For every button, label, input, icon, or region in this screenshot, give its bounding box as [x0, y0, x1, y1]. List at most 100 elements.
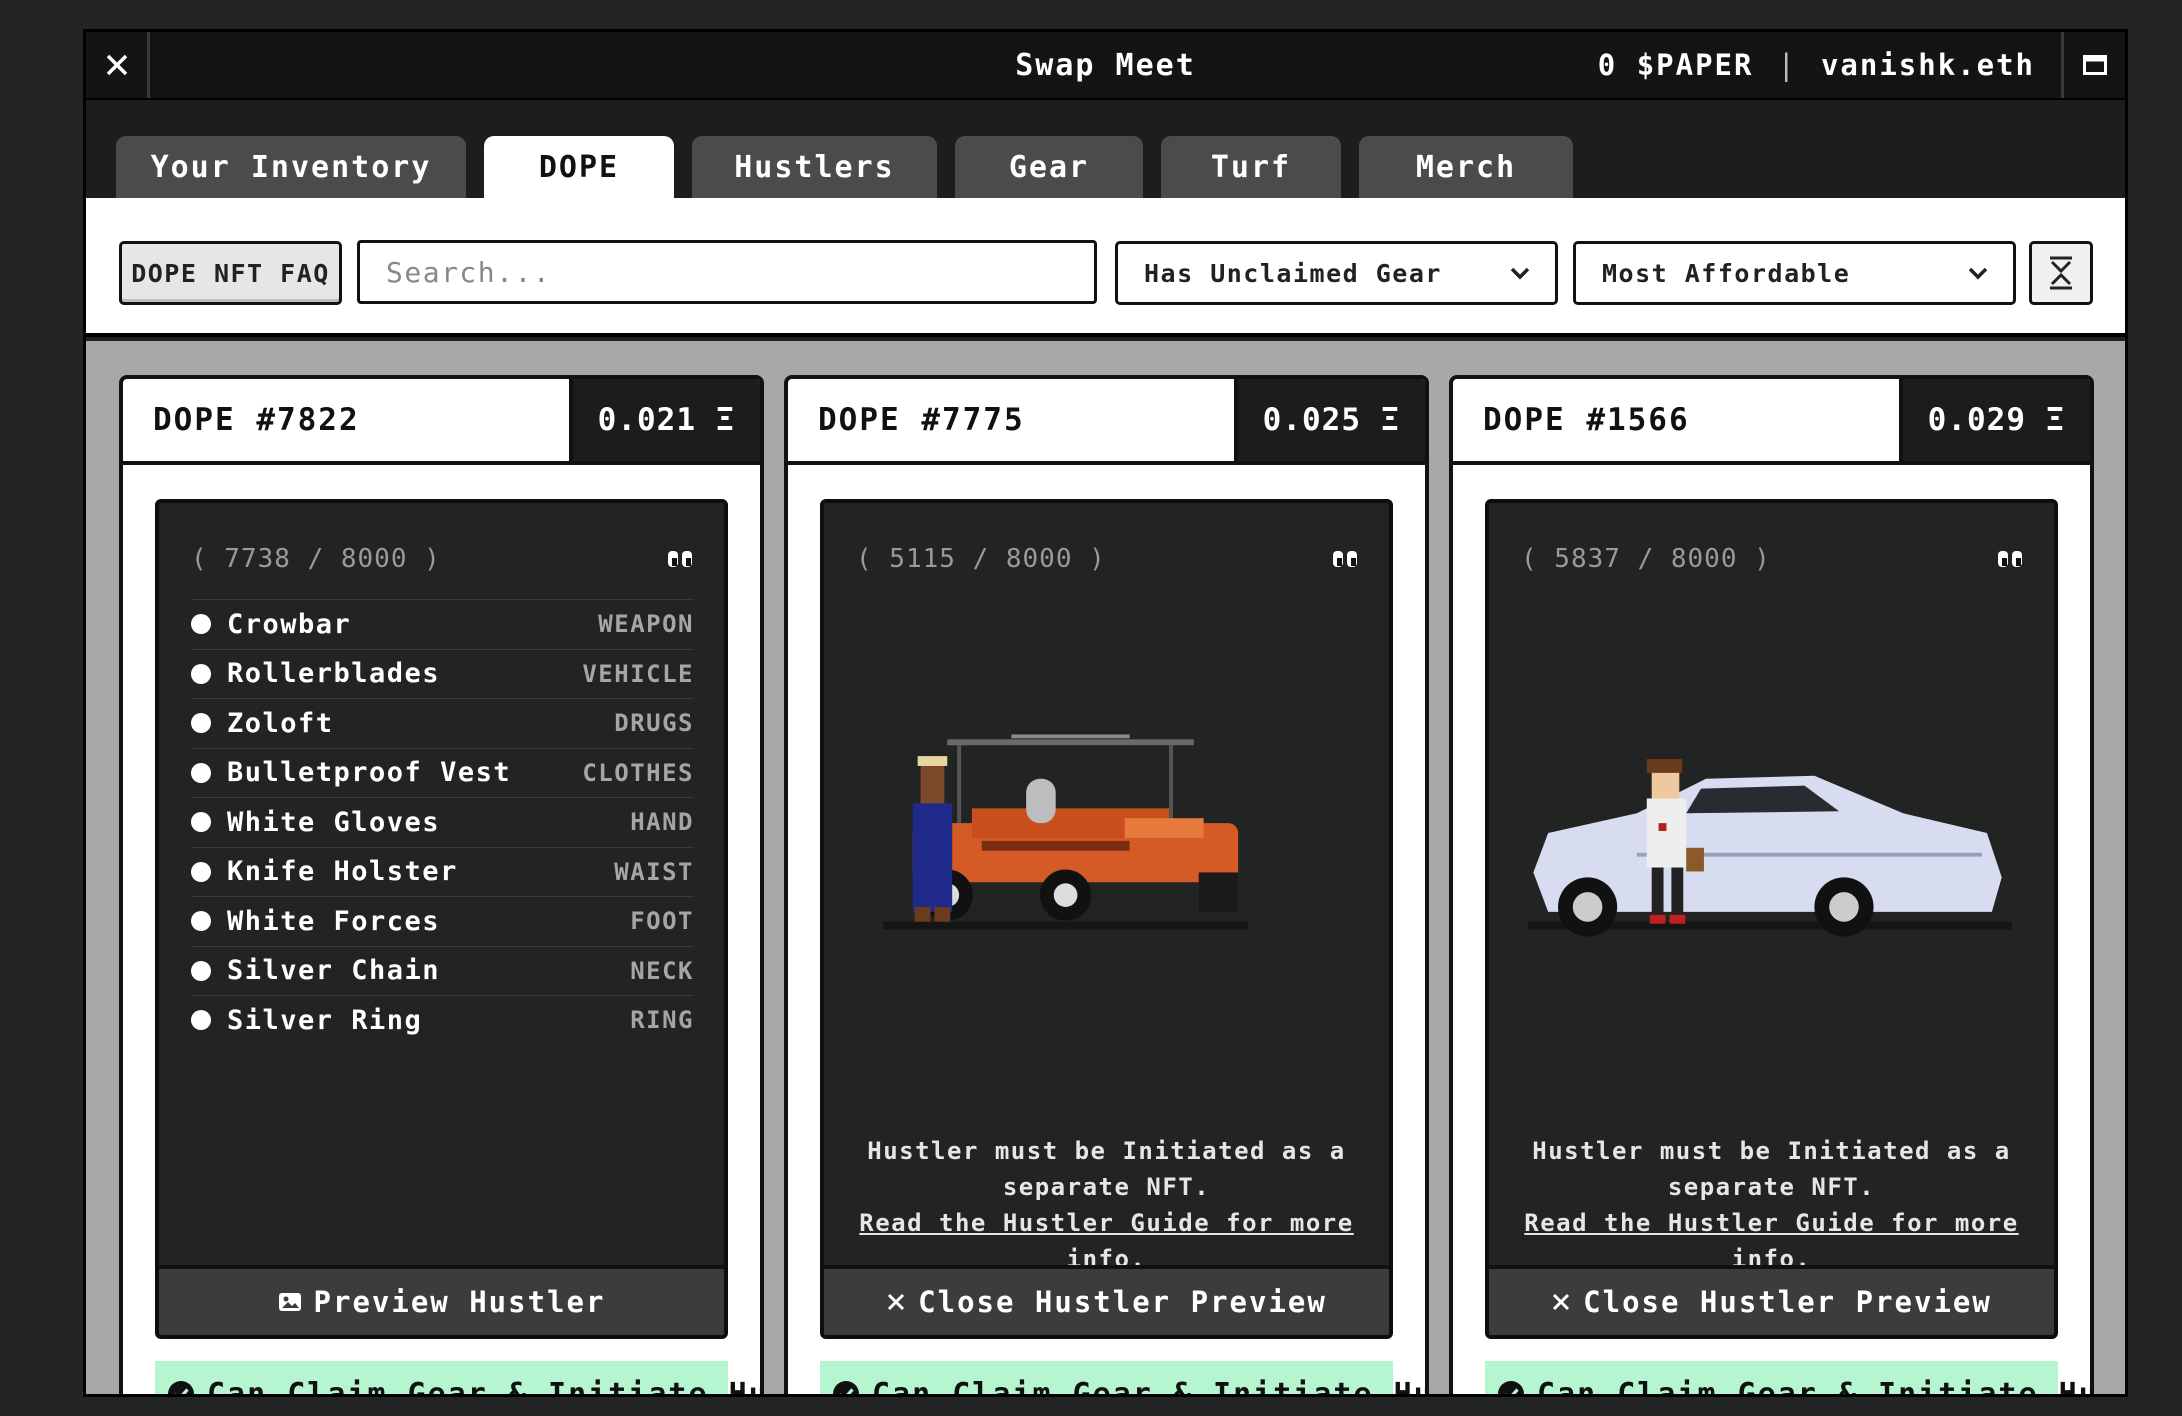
eyes-icon[interactable]: [1996, 549, 2024, 569]
list-item[interactable]: Rollerblades VEHICLE: [191, 648, 694, 699]
claim-status-badge: Can Claim Gear & Initiate Hustler: [820, 1361, 1425, 1394]
check-circle-icon: [168, 1381, 194, 1394]
close-preview-label: Close Hustler Preview: [1583, 1285, 1992, 1319]
item-type: WAIST: [614, 857, 694, 886]
list-item[interactable]: White Forces FOOT: [191, 896, 694, 946]
sort-select[interactable]: Most Affordable: [1573, 241, 2016, 305]
tab-gear[interactable]: Gear: [955, 136, 1143, 198]
item-type: FOOT: [630, 907, 694, 936]
item-name: Silver Chain: [227, 955, 441, 987]
item-panel: ( 7738 / 8000 ) Crowbar WEAPON Rollerblad…: [155, 499, 728, 1339]
dope-card: DOPE #1566 0.029 Ξ ( 5837 / 8000 ) Hustl…: [1449, 375, 2094, 1394]
hustler-preview-image: [883, 734, 1248, 930]
bullet-icon: [191, 812, 211, 833]
item-name: Zoloft: [227, 707, 334, 739]
item-type: WEAPON: [598, 610, 694, 639]
hustler-preview-image: [1528, 759, 2012, 937]
panel-top: ( 7738 / 8000 ): [191, 539, 694, 579]
close-preview-label: Close Hustler Preview: [918, 1285, 1327, 1319]
dope-card-grid: DOPE #7822 0.021 Ξ ( 7738 / 8000 ) Crowb…: [86, 341, 2125, 1397]
card-title: DOPE #7775: [818, 402, 1025, 438]
dope-card: DOPE #7822 0.021 Ξ ( 7738 / 8000 ) Crowb…: [119, 375, 764, 1397]
card-header: DOPE #7775 0.025 Ξ: [788, 379, 1425, 465]
item-type: HAND: [630, 808, 694, 837]
item-name: Bulletproof Vest: [227, 757, 512, 789]
tab-dope[interactable]: DOPE: [484, 136, 674, 198]
item-name: Silver Ring: [227, 1004, 423, 1036]
collapse-filters-button[interactable]: [2029, 241, 2093, 305]
list-item[interactable]: Silver Chain NECK: [191, 945, 694, 996]
panel-top: ( 5115 / 8000 ): [856, 539, 1359, 579]
card-price[interactable]: 0.025 Ξ: [1234, 379, 1425, 461]
claim-status-badge: Can Claim Gear & Initiate Hustler: [1485, 1361, 2090, 1394]
item-name: Crowbar: [227, 608, 352, 640]
bullet-icon: [191, 614, 211, 635]
list-item[interactable]: Knife Holster WAIST: [191, 846, 694, 897]
card-header: DOPE #1566 0.029 Ξ: [1453, 379, 2090, 465]
search-input[interactable]: Search...: [357, 240, 1097, 304]
card-price[interactable]: 0.029 Ξ: [1899, 379, 2090, 461]
hustler-note-text: Hustler must be Initiated as a separate …: [1532, 1137, 2011, 1201]
claim-status-text: Can Claim Gear & Initiate Hustler: [207, 1376, 760, 1397]
tab-your-inventory[interactable]: Your Inventory: [116, 136, 466, 198]
bullet-icon: [191, 911, 211, 932]
filter-select[interactable]: Has Unclaimed Gear: [1115, 241, 1558, 305]
preview-hustler-button[interactable]: Preview Hustler: [159, 1265, 724, 1335]
list-item[interactable]: Bulletproof Vest CLOTHES: [191, 747, 694, 798]
rarity-rank: ( 5837 / 8000 ): [1521, 544, 1771, 574]
swap-meet-window: Swap Meet 0 $PAPER | vanishk.eth Your In…: [83, 29, 2128, 1397]
hustler-note: Hustler must be Initiated as a separate …: [1509, 1133, 2034, 1277]
image-icon: [278, 1293, 301, 1311]
preview-hustler-label: Preview Hustler: [313, 1285, 606, 1319]
hustler-preview-panel: ( 5115 / 8000 ) Hustler must be Initiate…: [820, 499, 1393, 1339]
tab-merch[interactable]: Merch: [1359, 136, 1573, 198]
card-title: DOPE #1566: [1483, 402, 1690, 438]
bullet-icon: [191, 861, 211, 882]
item-type: CLOTHES: [582, 758, 694, 787]
collapse-icon: [2050, 256, 2072, 290]
tab-hustlers[interactable]: Hustlers: [692, 136, 937, 198]
filter-bar: DOPE NFT FAQ Search... Has Unclaimed Gea…: [86, 198, 2125, 337]
hustler-preview-panel: ( 5837 / 8000 ) Hustler must be Initiate…: [1485, 499, 2058, 1339]
account-info: 0 $PAPER | vanishk.eth: [1598, 32, 2035, 98]
title-bar: Swap Meet 0 $PAPER | vanishk.eth: [86, 32, 2125, 100]
claim-status-text: Can Claim Gear & Initiate Hustler: [872, 1376, 1425, 1397]
item-name: Knife Holster: [227, 856, 458, 888]
rarity-rank: ( 7738 / 8000 ): [191, 544, 441, 574]
hustler-note-text: Hustler must be Initiated as a separate …: [867, 1137, 1346, 1201]
tab-bar: Your Inventory DOPE Hustlers Gear Turf M…: [86, 100, 2125, 198]
list-item[interactable]: Zoloft DRUGS: [191, 698, 694, 748]
list-item[interactable]: White Gloves HAND: [191, 797, 694, 847]
close-hustler-preview-button[interactable]: Close Hustler Preview: [1489, 1265, 2054, 1335]
card-price[interactable]: 0.021 Ξ: [569, 379, 760, 461]
dope-card: DOPE #7775 0.025 Ξ ( 5115 / 8000 ) Hustl…: [784, 375, 1429, 1394]
item-type: DRUGS: [614, 709, 694, 738]
list-item[interactable]: Silver Ring RING: [191, 995, 694, 1045]
dope-nft-faq-button[interactable]: DOPE NFT FAQ: [119, 241, 342, 305]
tab-turf[interactable]: Turf: [1161, 136, 1341, 198]
item-list: Crowbar WEAPON Rollerblades VEHICLE Zoloft…: [191, 599, 694, 1045]
item-name: Rollerblades: [227, 658, 441, 690]
check-circle-icon: [1498, 1381, 1524, 1394]
eyes-icon[interactable]: [666, 549, 694, 569]
paper-balance: 0 $PAPER: [1597, 48, 1754, 82]
card-header: DOPE #7822 0.021 Ξ: [123, 379, 760, 465]
item-name: White Gloves: [227, 806, 441, 838]
close-hustler-preview-button[interactable]: Close Hustler Preview: [824, 1265, 1389, 1335]
close-button[interactable]: [86, 32, 150, 98]
hustler-note: Hustler must be Initiated as a separate …: [844, 1133, 1369, 1277]
eyes-icon[interactable]: [1331, 549, 1359, 569]
bullet-icon: [191, 663, 211, 684]
list-item[interactable]: Crowbar WEAPON: [191, 599, 694, 649]
item-name: White Forces: [227, 905, 441, 937]
item-type: VEHICLE: [582, 659, 694, 688]
maximize-button[interactable]: [2061, 32, 2125, 98]
close-icon: [1553, 1293, 1570, 1311]
panel-top: ( 5837 / 8000 ): [1521, 539, 2024, 579]
account-name[interactable]: vanishk.eth: [1821, 48, 2035, 82]
filter-select-value: Has Unclaimed Gear: [1144, 258, 1442, 288]
claim-status-text: Can Claim Gear & Initiate Hustler: [1537, 1376, 2090, 1397]
bullet-icon: [191, 1010, 211, 1031]
item-type: RING: [630, 1006, 694, 1035]
chevron-down-icon: [1968, 267, 1988, 280]
